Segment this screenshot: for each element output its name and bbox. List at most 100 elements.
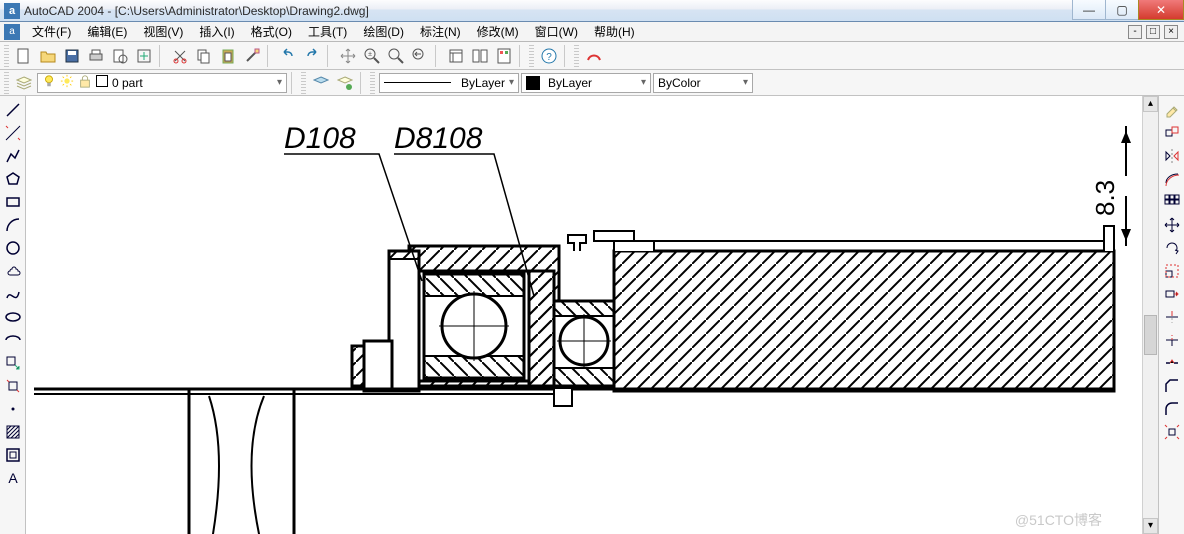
polyline-tool[interactable] — [3, 146, 23, 166]
open-button[interactable] — [37, 45, 59, 67]
ellipse-tool[interactable] — [3, 307, 23, 327]
layer-states-button[interactable] — [334, 72, 356, 94]
rotate-tool[interactable] — [1162, 238, 1182, 258]
menu-view[interactable]: 视图(V) — [135, 22, 191, 41]
break-tool[interactable] — [1162, 353, 1182, 373]
offset-tool[interactable] — [1162, 169, 1182, 189]
erase-tool[interactable] — [1162, 100, 1182, 120]
cut-button[interactable] — [169, 45, 191, 67]
linetype-combo[interactable]: ByLayer ▾ — [379, 73, 519, 93]
toolbar-grip[interactable] — [574, 45, 579, 67]
print-preview-button[interactable] — [109, 45, 131, 67]
mdi-app-icon: a — [4, 24, 20, 40]
vertical-scrollbar[interactable]: ▴ ▾ — [1142, 96, 1158, 534]
svg-text:A: A — [8, 470, 18, 486]
mdi-minimize-button[interactable]: - — [1128, 25, 1142, 39]
minimize-button[interactable]: — — [1072, 0, 1106, 20]
array-tool[interactable] — [1162, 192, 1182, 212]
zoom-previous-button[interactable] — [409, 45, 431, 67]
close-button[interactable]: ✕ — [1138, 0, 1184, 20]
scroll-thumb[interactable] — [1144, 315, 1157, 355]
menu-dimension[interactable]: 标注(N) — [412, 22, 469, 41]
menu-modify[interactable]: 修改(M) — [469, 22, 527, 41]
revcloud-tool[interactable] — [3, 261, 23, 281]
point-tool[interactable] — [3, 399, 23, 419]
move-tool[interactable] — [1162, 215, 1182, 235]
menu-help[interactable]: 帮助(H) — [586, 22, 643, 41]
spline-tool[interactable] — [3, 284, 23, 304]
publish-button[interactable] — [133, 45, 155, 67]
express-button[interactable] — [583, 45, 605, 67]
dropdown-arrow-icon: ▾ — [641, 77, 646, 88]
rectangle-tool[interactable] — [3, 192, 23, 212]
undo-button[interactable] — [277, 45, 299, 67]
layer-manager-button[interactable] — [13, 72, 35, 94]
menu-edit[interactable]: 编辑(E) — [79, 22, 135, 41]
ellipse-arc-tool[interactable] — [3, 330, 23, 350]
lineweight-combo[interactable]: ByColor ▾ — [653, 73, 753, 93]
tool-palettes-button[interactable] — [493, 45, 515, 67]
color-swatch-icon — [526, 76, 540, 90]
maximize-button[interactable]: ▢ — [1105, 0, 1139, 20]
scale-tool[interactable] — [1162, 261, 1182, 281]
fillet-tool[interactable] — [1162, 399, 1182, 419]
toolbar-separator — [435, 45, 441, 67]
menu-bar: a 文件(F) 编辑(E) 视图(V) 插入(I) 格式(O) 工具(T) 绘图… — [0, 22, 1184, 42]
make-block-tool[interactable] — [3, 376, 23, 396]
region-tool[interactable] — [3, 445, 23, 465]
toolbar-grip[interactable] — [301, 72, 306, 94]
zoom-window-button[interactable] — [385, 45, 407, 67]
zoom-realtime-button[interactable]: ± — [361, 45, 383, 67]
svg-text:±: ± — [368, 51, 372, 58]
layer-previous-button[interactable] — [310, 72, 332, 94]
copy-tool[interactable] — [1162, 123, 1182, 143]
scroll-up-button[interactable]: ▴ — [1143, 96, 1158, 112]
save-button[interactable] — [61, 45, 83, 67]
text-tool[interactable]: A — [3, 468, 23, 488]
arc-tool[interactable] — [3, 215, 23, 235]
layer-name-label: 0 part — [112, 76, 143, 90]
stretch-tool[interactable] — [1162, 284, 1182, 304]
insert-block-tool[interactable] — [3, 353, 23, 373]
toolbar-grip[interactable] — [529, 45, 534, 67]
design-center-button[interactable] — [469, 45, 491, 67]
menu-file[interactable]: 文件(F) — [24, 22, 79, 41]
pan-button[interactable] — [337, 45, 359, 67]
match-properties-button[interactable] — [241, 45, 263, 67]
menu-draw[interactable]: 绘图(D) — [355, 22, 412, 41]
linetype-label: ByLayer — [461, 76, 505, 90]
paste-button[interactable] — [217, 45, 239, 67]
drawing-canvas[interactable]: D108 D8108 8.3 @51CTO博客 — [26, 96, 1142, 534]
toolbar-grip[interactable] — [370, 72, 375, 94]
label-d108: D108 — [284, 122, 356, 155]
menu-window[interactable]: 窗口(W) — [527, 22, 586, 41]
construction-line-tool[interactable] — [3, 123, 23, 143]
menu-format[interactable]: 格式(O) — [243, 22, 300, 41]
trim-tool[interactable] — [1162, 307, 1182, 327]
explode-tool[interactable] — [1162, 422, 1182, 442]
toolbar-separator — [360, 72, 366, 94]
polygon-tool[interactable] — [3, 169, 23, 189]
chamfer-tool[interactable] — [1162, 376, 1182, 396]
toolbar-grip[interactable] — [4, 45, 9, 67]
mdi-close-button[interactable]: × — [1164, 25, 1178, 39]
menu-tools[interactable]: 工具(T) — [300, 22, 355, 41]
circle-tool[interactable] — [3, 238, 23, 258]
scroll-down-button[interactable]: ▾ — [1143, 518, 1158, 534]
menu-insert[interactable]: 插入(I) — [191, 22, 242, 41]
toolbar-grip[interactable] — [4, 72, 9, 94]
line-tool[interactable] — [3, 100, 23, 120]
redo-button[interactable] — [301, 45, 323, 67]
help-button[interactable]: ? — [538, 45, 560, 67]
mdi-restore-button[interactable]: □ — [1146, 25, 1160, 39]
mirror-tool[interactable] — [1162, 146, 1182, 166]
properties-button[interactable] — [445, 45, 467, 67]
new-button[interactable] — [13, 45, 35, 67]
extend-tool[interactable] — [1162, 330, 1182, 350]
print-button[interactable] — [85, 45, 107, 67]
hatch-tool[interactable] — [3, 422, 23, 442]
layer-combo[interactable]: 0 part ▾ — [37, 73, 287, 93]
watermark-label: @51CTO博客 — [1015, 510, 1102, 530]
color-combo[interactable]: ByLayer ▾ — [521, 73, 651, 93]
copy-button[interactable] — [193, 45, 215, 67]
